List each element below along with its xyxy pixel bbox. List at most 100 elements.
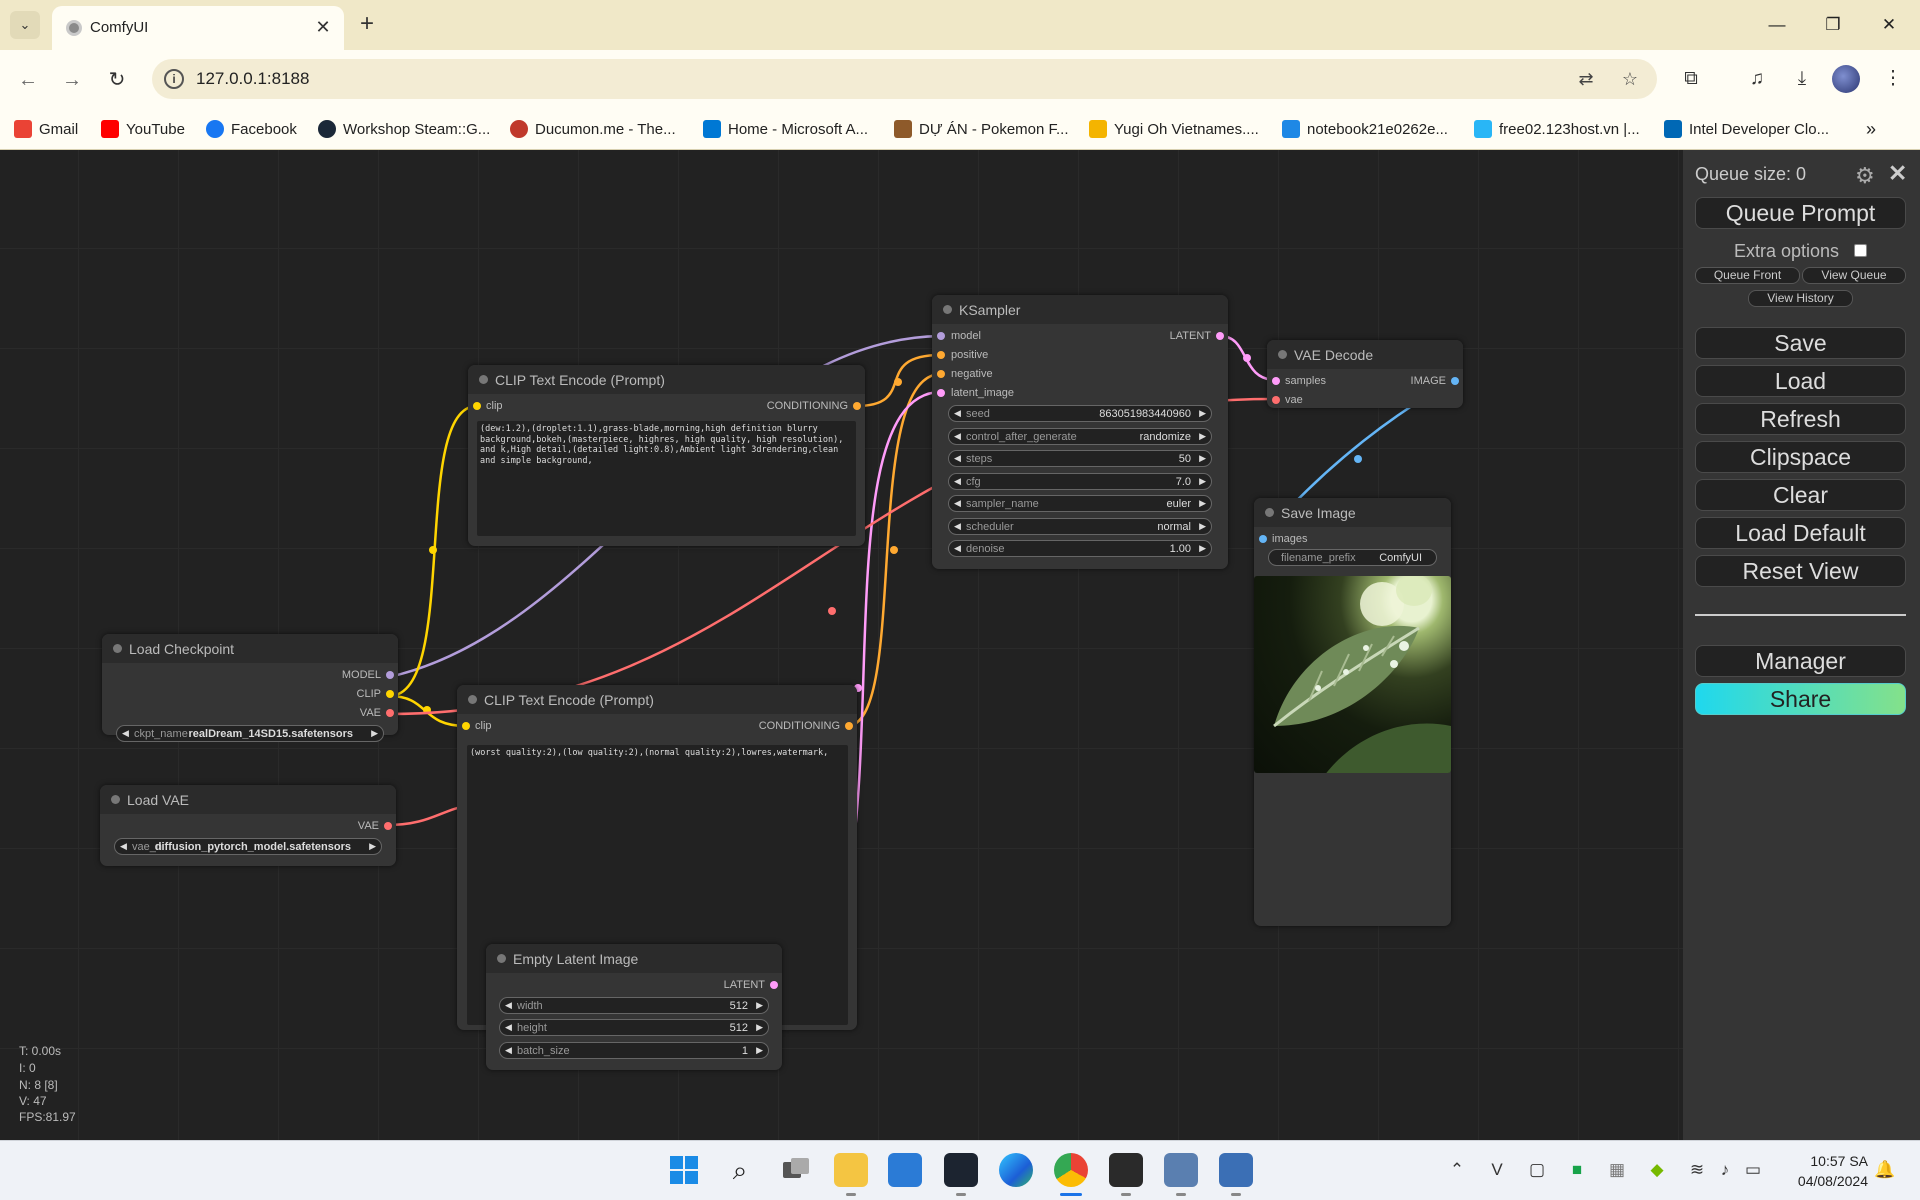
tray-overflow-chevron-icon[interactable]: ⌃ bbox=[1446, 1159, 1468, 1181]
more-menu-icon[interactable]: ⋮ bbox=[1878, 64, 1908, 94]
bookmark-facebook[interactable]: Facebook bbox=[206, 118, 297, 140]
queue-front-button[interactable]: Queue Front bbox=[1695, 267, 1800, 284]
restore-button[interactable]: ❐ bbox=[1810, 8, 1856, 42]
ckpt-name-widget[interactable]: ◀ ckpt_name realDream_14SD15.safetensors ▶ bbox=[116, 725, 384, 742]
collapse-dot[interactable] bbox=[1278, 350, 1287, 359]
refresh-button[interactable]: Refresh bbox=[1695, 403, 1906, 435]
media-control-icon[interactable]: ♫ bbox=[1742, 64, 1772, 94]
chrome-icon[interactable] bbox=[1054, 1153, 1088, 1187]
window-close-button[interactable]: ✕ bbox=[1866, 8, 1912, 42]
node-title-bar[interactable]: Load Checkpoint bbox=[102, 634, 398, 663]
bookmark-ducumon[interactable]: Ducumon.me - The... bbox=[510, 118, 676, 140]
positive-prompt-textarea[interactable]: (dew:1.2),(droplet:1.1),grass-blade,morn… bbox=[477, 421, 856, 536]
browser-tab-comfyui[interactable]: ComfyUI ✕ bbox=[52, 6, 344, 50]
resource-monitor-icon[interactable] bbox=[1164, 1153, 1198, 1187]
tray-green-app-icon[interactable]: ■ bbox=[1566, 1159, 1588, 1181]
manager-button[interactable]: Manager bbox=[1695, 645, 1906, 677]
notification-bell-icon[interactable]: 🔔 bbox=[1874, 1159, 1896, 1181]
ksampler-node[interactable]: KSampler model positive negative latent_… bbox=[932, 295, 1228, 569]
extra-options-checkbox[interactable] bbox=[1854, 244, 1867, 257]
search-icon[interactable]: ⌕ bbox=[723, 1153, 757, 1187]
terminal-icon[interactable] bbox=[1109, 1153, 1143, 1187]
conditioning-output-dot[interactable] bbox=[853, 402, 861, 410]
tab-search-button[interactable]: ⌄ bbox=[10, 11, 40, 39]
system-clock[interactable]: 10:57 SA 04/08/2024 bbox=[1798, 1151, 1868, 1191]
node-title-bar[interactable]: Load VAE bbox=[100, 785, 396, 814]
collapse-dot[interactable] bbox=[1265, 508, 1274, 517]
height-widget[interactable]: ◀ height 512 ▶ bbox=[499, 1019, 769, 1036]
clip-input-dot[interactable] bbox=[462, 722, 470, 730]
node-title-bar[interactable]: CLIP Text Encode (Prompt) bbox=[468, 365, 865, 394]
queue-prompt-button[interactable]: Queue Prompt bbox=[1695, 197, 1906, 229]
tray-app-icon[interactable]: ▢ bbox=[1526, 1159, 1548, 1181]
collapse-dot[interactable] bbox=[943, 305, 952, 314]
positive-input-dot[interactable] bbox=[937, 351, 945, 359]
vae-decode-node[interactable]: VAE Decode samples vae IMAGE bbox=[1267, 340, 1463, 408]
model-output-dot[interactable] bbox=[386, 671, 394, 679]
share-button[interactable]: Share bbox=[1695, 683, 1906, 715]
vae-output-dot[interactable] bbox=[384, 822, 392, 830]
collapse-dot[interactable] bbox=[111, 795, 120, 804]
empty-latent-image-node[interactable]: Empty Latent Image LATENT ◀ width 512 ▶ ◀ he… bbox=[486, 944, 782, 1070]
filename-prefix-widget[interactable]: filename_prefix ComfyUI bbox=[1268, 549, 1437, 566]
wifi-icon[interactable]: ≋ bbox=[1686, 1159, 1708, 1181]
new-tab-button[interactable]: + bbox=[352, 10, 382, 40]
nvidia-icon[interactable]: ◆ bbox=[1646, 1159, 1668, 1181]
seed-widget[interactable]: ◀ seed 863051983440960 ▶ bbox=[948, 405, 1212, 422]
task-view-icon[interactable] bbox=[779, 1153, 813, 1187]
omnibox[interactable]: i 127.0.0.1:8188 ⇄ ☆ bbox=[152, 59, 1657, 99]
sampler-name-widget[interactable]: ◀ sampler_name euler ▶ bbox=[948, 495, 1212, 512]
model-input-dot[interactable] bbox=[937, 332, 945, 340]
batch-size-widget[interactable]: ◀ batch_size 1 ▶ bbox=[499, 1042, 769, 1059]
vae-name-widget[interactable]: ◀ vae_n diffusion_pytorch_model.safetensor… bbox=[114, 838, 382, 855]
bookmark-microsoft[interactable]: Home - Microsoft A... bbox=[703, 118, 868, 140]
bookmark-intel[interactable]: Intel Developer Clo... bbox=[1664, 118, 1829, 140]
start-windows-icon[interactable] bbox=[667, 1153, 701, 1187]
samples-input-dot[interactable] bbox=[1272, 377, 1280, 385]
images-input-dot[interactable] bbox=[1259, 535, 1267, 543]
back-arrow-icon[interactable]: ← bbox=[12, 64, 44, 96]
bookmark-steam-workshop[interactable]: Workshop Steam::G... bbox=[318, 118, 490, 140]
save-image-node[interactable]: Save Image images filename_prefix ComfyUI bbox=[1254, 498, 1451, 926]
tray-v-icon[interactable]: V bbox=[1486, 1159, 1508, 1181]
extensions-puzzle-icon[interactable]: ⧉ bbox=[1676, 64, 1706, 94]
load-checkpoint-node[interactable]: Load Checkpoint MODEL CLIP VAE ◀ ckpt_nam… bbox=[102, 634, 398, 742]
vae-output-dot[interactable] bbox=[386, 709, 394, 717]
microsoft-store-icon[interactable] bbox=[888, 1153, 922, 1187]
node-title-bar[interactable]: VAE Decode bbox=[1267, 340, 1463, 369]
load-default-button[interactable]: Load Default bbox=[1695, 517, 1906, 549]
node-graph-canvas[interactable]: CLIP Text Encode (Prompt) clip CONDITION… bbox=[0, 150, 1683, 1140]
width-widget[interactable]: ◀ width 512 ▶ bbox=[499, 997, 769, 1014]
collapse-dot[interactable] bbox=[468, 695, 477, 704]
bookmark-pokemon[interactable]: DỰ ÁN - Pokemon F... bbox=[894, 118, 1069, 140]
battery-icon[interactable]: ▭ bbox=[1742, 1159, 1764, 1181]
minimize-button[interactable]: — bbox=[1754, 8, 1800, 42]
clip-input-dot[interactable] bbox=[473, 402, 481, 410]
node-title-bar[interactable]: Save Image bbox=[1254, 498, 1451, 527]
reload-icon[interactable]: ↻ bbox=[101, 64, 133, 96]
vae-input-dot[interactable] bbox=[1272, 396, 1280, 404]
bookmark-123host[interactable]: free02.123host.vn |... bbox=[1474, 118, 1640, 140]
latent-image-input-dot[interactable] bbox=[937, 389, 945, 397]
latent-output-dot[interactable] bbox=[770, 981, 778, 989]
generated-image-preview[interactable] bbox=[1254, 576, 1451, 773]
negative-input-dot[interactable] bbox=[937, 370, 945, 378]
denoise-widget[interactable]: ◀ denoise 1.00 ▶ bbox=[948, 540, 1212, 557]
translate-icon[interactable]: ⇄ bbox=[1574, 67, 1598, 91]
calculator-icon[interactable] bbox=[1219, 1153, 1253, 1187]
clip-text-encode-positive-node[interactable]: CLIP Text Encode (Prompt) clip CONDITION… bbox=[468, 365, 865, 546]
collapse-dot[interactable] bbox=[497, 954, 506, 963]
save-button[interactable]: Save bbox=[1695, 327, 1906, 359]
site-info-icon[interactable]: i bbox=[164, 69, 184, 89]
volume-icon[interactable]: ♪ bbox=[1714, 1159, 1736, 1181]
reset-view-button[interactable]: Reset View bbox=[1695, 555, 1906, 587]
cfg-widget[interactable]: ◀ cfg 7.0 ▶ bbox=[948, 473, 1212, 490]
tab-close-icon[interactable]: ✕ bbox=[310, 14, 336, 40]
view-queue-button[interactable]: View Queue bbox=[1802, 267, 1906, 284]
profile-avatar[interactable] bbox=[1832, 65, 1860, 93]
latent-output-dot[interactable] bbox=[1216, 332, 1224, 340]
url-text[interactable]: 127.0.0.1:8188 bbox=[196, 69, 309, 89]
node-title-bar[interactable]: KSampler bbox=[932, 295, 1228, 324]
bookmark-star-icon[interactable]: ☆ bbox=[1618, 67, 1642, 91]
conditioning-output-dot[interactable] bbox=[845, 722, 853, 730]
